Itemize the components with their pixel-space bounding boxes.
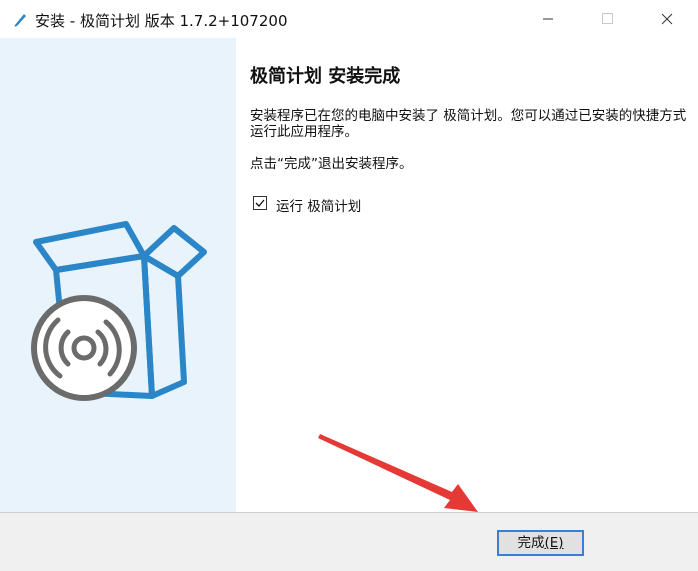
finish-button-mnemonic: (E) [544, 535, 564, 551]
maximize-button[interactable] [585, 0, 631, 38]
finish-instruction: 点击“完成”退出安装程序。 [250, 156, 413, 172]
annotation-arrow [318, 434, 478, 512]
run-app-checkbox[interactable] [253, 196, 267, 210]
maximize-icon [602, 13, 613, 24]
run-app-label[interactable]: 运行 极简计划 [276, 195, 361, 215]
box-with-disc-icon [31, 221, 207, 401]
minimize-button[interactable] [525, 0, 571, 38]
close-button[interactable] [644, 0, 690, 38]
minimize-icon [543, 18, 553, 20]
installer-window: 安装 - 极简计划 版本 1.7.2+107200 极简计划 安装完成 安装程序… [0, 0, 698, 571]
side-panel [0, 38, 236, 512]
close-icon [661, 13, 673, 25]
pen-icon [14, 14, 26, 27]
window-title: 安装 - 极简计划 版本 1.7.2+107200 [35, 12, 288, 30]
finish-button-label: 完成 [517, 535, 545, 551]
install-complete-message: 安装程序已在您的电脑中安装了 极简计划。您可以通过已安装的快捷方式运行此应用程序… [250, 108, 687, 140]
button-bar: 完成(E) [0, 512, 698, 571]
finish-button[interactable]: 完成(E) [497, 530, 584, 556]
title-bar[interactable]: 安装 - 极简计划 版本 1.7.2+107200 [0, 0, 698, 38]
checkmark-icon [255, 199, 265, 207]
page-title: 极简计划 安装完成 [250, 66, 401, 87]
